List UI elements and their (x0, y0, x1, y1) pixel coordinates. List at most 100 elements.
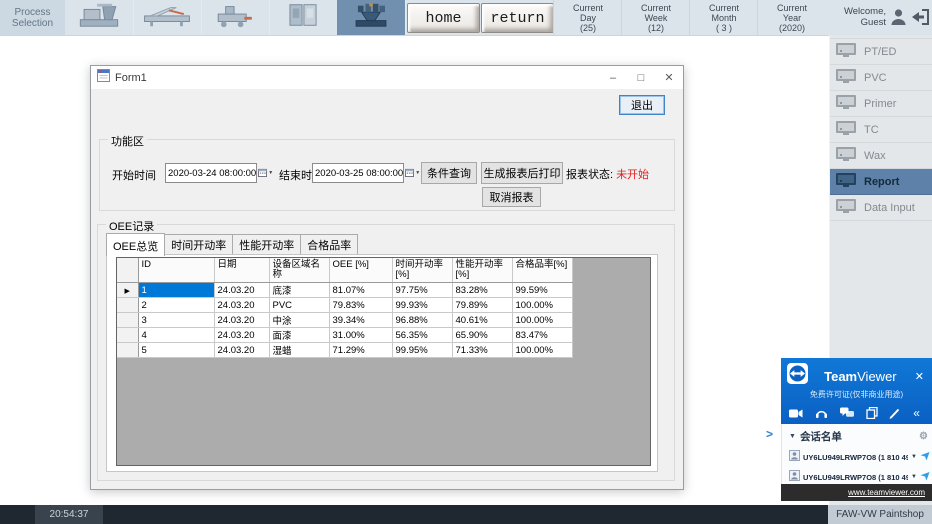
teamviewer-link[interactable]: www.teamviewer.com (848, 488, 925, 497)
cell[interactable]: 3 (138, 313, 214, 328)
stat-current-week: CurrentWeek(12) (621, 0, 690, 35)
machine-tile-multihead-weigher[interactable] (337, 0, 406, 35)
machine-tile-mixer[interactable] (65, 0, 134, 35)
condition-query-button[interactable]: 条件查询 (421, 162, 477, 184)
exit-button[interactable]: 退出 (619, 95, 665, 115)
sidebar-item-wax[interactable]: Wax (830, 143, 932, 169)
sidebar-item-pted[interactable]: PT/ED (830, 38, 932, 65)
conveyor-machine-icon (142, 1, 192, 34)
col-header-area[interactable]: 设备区域名称 (269, 258, 329, 283)
cell[interactable]: 湿蜡 (269, 343, 329, 358)
oee-datagrid[interactable]: ID 日期 设备区域名称 OEE [%] 时间开动率[%] 性能开动率[%] 合… (116, 257, 651, 466)
cell[interactable]: 2 (138, 298, 214, 313)
annotate-icon[interactable] (889, 407, 901, 419)
cell[interactable]: 底漆 (269, 283, 329, 298)
cell[interactable]: 71.29% (329, 343, 392, 358)
caret-down-icon[interactable]: ▼ (789, 433, 796, 440)
cell[interactable]: 79.83% (329, 298, 392, 313)
sidebar-item-tc[interactable]: TC (830, 117, 932, 143)
machine-tile-conveyor[interactable] (133, 0, 202, 35)
cell[interactable]: 79.89% (452, 298, 512, 313)
sidebar-item-pvc[interactable]: PVC (830, 65, 932, 91)
sidebar-item-report[interactable]: Report (830, 169, 932, 195)
cell[interactable]: 81.07% (329, 283, 392, 298)
cell[interactable]: 56.35% (392, 328, 452, 343)
logout-icon[interactable] (911, 8, 930, 31)
cell[interactable]: PVC (269, 298, 329, 313)
multihead-weigher-icon (346, 1, 396, 34)
cell[interactable]: 96.88% (392, 313, 452, 328)
col-header-date[interactable]: 日期 (214, 258, 269, 283)
collapse-icon[interactable]: « (913, 408, 920, 418)
session-item[interactable]: UY6LU949LRWP7O8 (1 810 496 2 ▼ (782, 447, 932, 467)
cell[interactable]: 97.75% (392, 283, 452, 298)
cell[interactable]: 5 (138, 343, 214, 358)
machine-tile-cartoner[interactable] (269, 0, 338, 35)
col-header-perf-rate[interactable]: 性能开动率[%] (452, 258, 512, 283)
cell[interactable]: 31.00% (329, 328, 392, 343)
cell[interactable]: 39.34% (329, 313, 392, 328)
cell[interactable]: 40.61% (452, 313, 512, 328)
video-icon[interactable] (789, 408, 803, 419)
col-header-oee[interactable]: OEE [%] (329, 258, 392, 283)
wrapper-machine-icon (210, 1, 260, 34)
headset-icon[interactable] (815, 407, 828, 419)
form-window[interactable]: Form1 – □ ✕ 退出 功能区 开始时间 2020-03-24 08:00… (90, 65, 684, 490)
report-status: 报表状态:未开始 (566, 166, 649, 182)
teamviewer-license-label: 免费许可证(仅非商业用途) (781, 389, 932, 400)
cancel-report-button[interactable]: 取消报表 (482, 187, 541, 207)
cell[interactable]: 4 (138, 328, 214, 343)
chevron-down-icon[interactable]: ▼ (911, 454, 917, 460)
start-time-picker[interactable]: 2020-03-24 08:00:00 ▼ (165, 163, 257, 183)
cell[interactable]: 24.03.20 (214, 298, 269, 313)
cell[interactable]: 71.33% (452, 343, 512, 358)
tab-performance-rate[interactable]: 性能开动率 (232, 234, 301, 255)
cell[interactable]: 99.95% (392, 343, 452, 358)
maximize-icon[interactable]: □ (627, 66, 655, 89)
cell[interactable]: 中涂 (269, 313, 329, 328)
sidebar-item-data-input[interactable]: Data Input (830, 195, 932, 221)
cell[interactable]: 83.47% (512, 328, 572, 343)
expand-sessions-chevron-icon[interactable]: > (766, 427, 773, 441)
files-icon[interactable] (866, 407, 878, 419)
teamviewer-title: TeamViewer (813, 369, 908, 384)
function-group-title: 功能区 (108, 133, 147, 149)
chat-icon[interactable] (840, 407, 854, 419)
cell[interactable]: 100.00% (512, 343, 572, 358)
return-button[interactable]: return (481, 3, 554, 33)
cell[interactable]: 99.59% (512, 283, 572, 298)
cell[interactable]: 65.90% (452, 328, 512, 343)
cell[interactable]: 1 (138, 283, 214, 298)
machine-tile-wrapper[interactable] (201, 0, 270, 35)
connect-cursor-icon[interactable] (920, 448, 930, 466)
col-header-quality-rate[interactable]: 合格品率[%] (512, 258, 572, 283)
generate-print-button[interactable]: 生成报表后打印 (481, 162, 563, 184)
cell[interactable]: 100.00% (512, 313, 572, 328)
close-icon[interactable]: ✕ (655, 66, 683, 89)
cell[interactable]: 99.93% (392, 298, 452, 313)
tab-time-rate[interactable]: 时间开动率 (164, 234, 233, 255)
minimize-icon[interactable]: – (599, 66, 627, 89)
teamviewer-close-icon[interactable]: ✕ (913, 370, 926, 383)
col-header-time-rate[interactable]: 时间开动率[%] (392, 258, 452, 283)
cell[interactable]: 83.28% (452, 283, 512, 298)
tab-quality-rate[interactable]: 合格品率 (300, 234, 358, 255)
form-title: Form1 (115, 72, 599, 84)
end-time-picker[interactable]: 2020-03-25 08:00:00 ▼ (312, 163, 404, 183)
user-icon (889, 7, 908, 32)
sidebar-item-primer[interactable]: Primer (830, 91, 932, 117)
form-title-bar[interactable]: Form1 – □ ✕ (91, 66, 683, 89)
cell[interactable]: 24.03.20 (214, 283, 269, 298)
cell[interactable]: 24.03.20 (214, 328, 269, 343)
cell[interactable]: 面漆 (269, 328, 329, 343)
chevron-down-icon[interactable]: ▼ (911, 474, 917, 480)
session-list-title: 会话名单 (800, 429, 842, 444)
tab-oee-overview[interactable]: OEE总览 (106, 233, 165, 256)
home-button[interactable]: home (407, 3, 480, 33)
cell[interactable]: 24.03.20 (214, 343, 269, 358)
cell[interactable]: 100.00% (512, 298, 572, 313)
gear-icon[interactable]: ⚙ (919, 432, 928, 442)
col-header-id[interactable]: ID (138, 258, 214, 283)
report-status-value: 未开始 (616, 169, 649, 181)
cell[interactable]: 24.03.20 (214, 313, 269, 328)
